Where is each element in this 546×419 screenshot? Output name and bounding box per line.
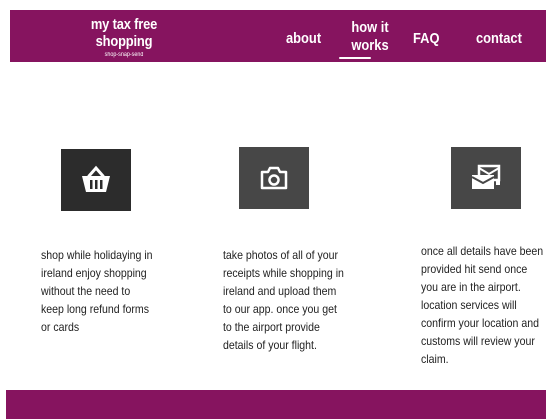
feature-line: details of your flight. <box>223 338 317 352</box>
feature-line: once all details have been <box>421 244 544 258</box>
nav-link-about[interactable]: about <box>286 30 321 48</box>
feature-line: receipts while shopping in <box>223 266 344 280</box>
feature-line: confirm your location and <box>421 316 539 330</box>
feature-line: provided hit send once <box>421 262 528 276</box>
feature-line: without the need to <box>41 284 131 298</box>
feature-line: to our app. once you get <box>223 302 337 316</box>
camera-icon <box>239 147 309 209</box>
brand-title: my tax free shopping <box>90 16 158 50</box>
header-navbar: my tax free shopping shop-snap-send abou… <box>10 10 546 62</box>
footer-bar <box>6 390 546 419</box>
nav-link-contact[interactable]: contact <box>476 30 522 48</box>
feature-line: or cards <box>41 320 80 334</box>
feature-line: take photos of all of your <box>223 248 339 262</box>
feature-line: location services will <box>421 298 517 312</box>
feature-line: customs will review your <box>421 334 535 348</box>
feature-description-snap: take photos of all of your receipts whil… <box>223 246 373 354</box>
nav-link-how-it-works[interactable]: how it works <box>351 19 389 55</box>
brand-tagline: shop-snap-send <box>104 52 144 58</box>
feature-line: to the airport provide <box>223 320 320 334</box>
nav-link-faq[interactable]: FAQ <box>413 30 440 48</box>
feature-line: ireland enjoy shopping <box>41 266 147 280</box>
shopping-basket-icon <box>61 149 131 211</box>
nav-link-how-it-works-line2: works <box>351 37 389 54</box>
feature-line: claim. <box>421 352 449 366</box>
feature-description-send: once all details have been provided hit … <box>421 242 546 368</box>
feature-line: you are in the airport. <box>421 280 521 294</box>
feature-description-shop: shop while holidaying in ireland enjoy s… <box>41 246 191 336</box>
feature-line: keep long refund forms <box>41 302 150 316</box>
feature-line: ireland and upload them <box>223 284 337 298</box>
mail-send-icon <box>451 147 521 209</box>
brand[interactable]: my tax free shopping shop-snap-send <box>54 16 194 58</box>
nav-link-how-it-works-line1: how it <box>351 19 389 36</box>
active-nav-underline <box>339 57 371 59</box>
feature-line: shop while holidaying in <box>41 248 153 262</box>
